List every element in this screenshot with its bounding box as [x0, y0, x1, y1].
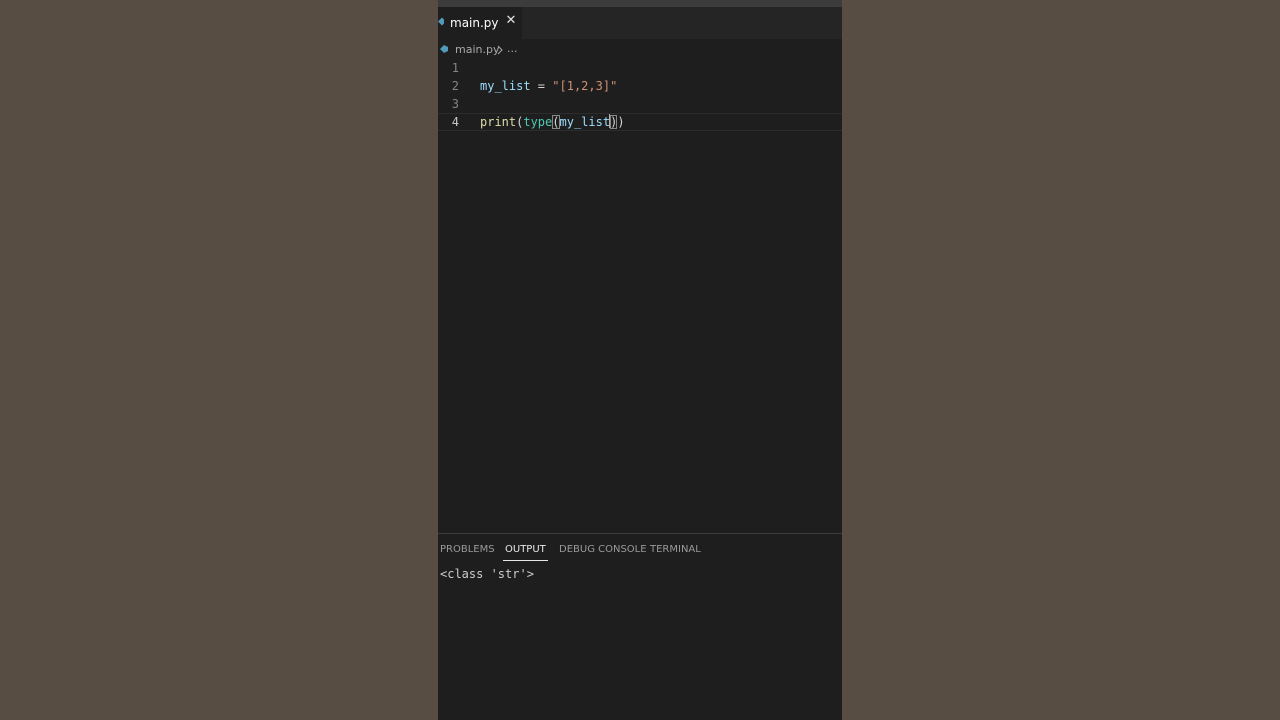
tab-terminal[interactable]: TERMINAL [650, 544, 701, 555]
code-line: 2 my_list = "[1,2,3]" [438, 77, 842, 95]
tab-problems[interactable]: PROBLEMS [440, 544, 495, 555]
python-file-icon [440, 45, 448, 53]
python-file-icon [438, 17, 444, 26]
code-line-current: 4 print(type(my_list)) [438, 113, 842, 131]
close-icon[interactable]: ✕ [504, 14, 518, 28]
code-token-string: "[1,2,3]" [552, 79, 618, 93]
code-text: print(type(my_list)) [480, 114, 625, 130]
code-token-paren: ) [617, 115, 625, 129]
vscode-window: main.py ✕ main.py ... 1 2 my_list = "[1,… [438, 0, 842, 720]
line-number: 3 [451, 97, 459, 111]
tab-debug-console[interactable]: DEBUG CONSOLE [559, 544, 647, 555]
editor-tab-bar: main.py ✕ [438, 7, 842, 39]
tab-output[interactable]: OUTPUT [503, 544, 548, 561]
code-editor[interactable]: 1 2 my_list = "[1,2,3]" 3 4 print(type(m… [438, 59, 842, 531]
code-token-paren-matched: ( [552, 115, 560, 129]
code-token-variable: my_list [480, 79, 531, 93]
code-token-builtin: type [523, 115, 553, 129]
line-number: 4 [451, 115, 459, 129]
tab-label: main.py [450, 16, 499, 30]
code-text: my_list = "[1,2,3]" [480, 77, 617, 95]
code-line: 1 [438, 59, 842, 77]
chevron-right-icon [497, 45, 503, 55]
line-number: 1 [451, 61, 459, 75]
breadcrumb-more[interactable]: ... [507, 42, 518, 55]
output-text: <class 'str'> [440, 567, 534, 581]
breadcrumb-file[interactable]: main.py [455, 43, 499, 56]
bottom-panel: PROBLEMS OUTPUT DEBUG CONSOLE TERMINAL <… [438, 534, 842, 720]
tab-main-py[interactable]: main.py ✕ [438, 7, 522, 39]
code-token-variable: my_list [559, 115, 611, 129]
code-line: 3 [438, 95, 842, 113]
line-number: 2 [451, 79, 459, 93]
code-token-function: print [480, 115, 517, 129]
title-bar [438, 0, 842, 7]
code-token-operator: = [530, 79, 553, 93]
